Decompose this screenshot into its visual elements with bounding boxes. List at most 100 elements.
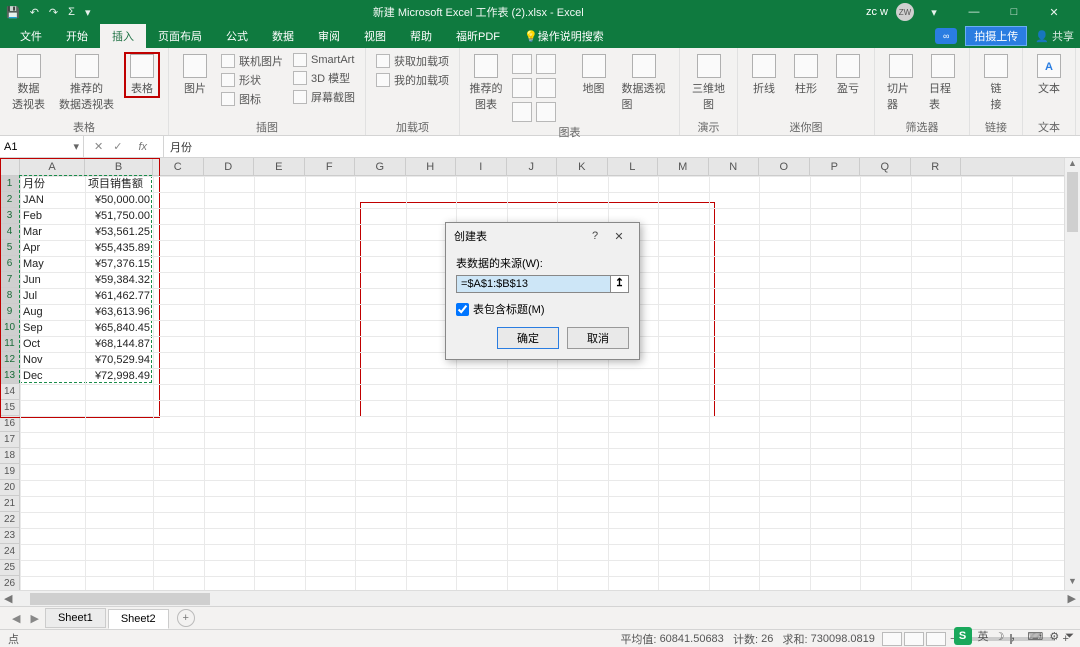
cancel-button[interactable]: 取消 <box>567 327 629 349</box>
tab-insert[interactable]: 插入 <box>100 24 146 48</box>
row-header[interactable]: 16 <box>0 416 19 432</box>
tab-home[interactable]: 开始 <box>54 24 100 48</box>
tell-me[interactable]: 💡 操作说明搜索 <box>512 24 616 48</box>
vertical-scrollbar[interactable]: ▲ ▼ <box>1064 158 1080 590</box>
sparkline-winloss-button[interactable]: 盈亏 <box>830 52 866 98</box>
row-header[interactable]: 10 <box>0 320 19 336</box>
shapes-button[interactable]: 形状 <box>219 71 285 89</box>
cell[interactable]: 项目销售额 <box>85 176 153 192</box>
sheet-tab[interactable]: Sheet1 <box>45 608 106 628</box>
col-header[interactable]: N <box>709 158 760 175</box>
cell[interactable]: ¥72,998.49 <box>85 368 153 384</box>
col-header[interactable]: B <box>85 158 153 175</box>
headers-checkbox[interactable]: 表包含标题(M) <box>456 301 629 317</box>
tab-foxitpdf[interactable]: 福昕PDF <box>444 24 512 48</box>
row-header[interactable]: 15 <box>0 400 19 416</box>
col-header[interactable]: J <box>507 158 558 175</box>
screenshot-button[interactable]: 屏幕截图 <box>291 88 357 106</box>
row-header[interactable]: 14 <box>0 384 19 400</box>
cell[interactable]: Sep <box>20 320 85 336</box>
ime-settings-icon[interactable]: ⚙ <box>1049 630 1059 643</box>
cell[interactable]: ¥57,376.15 <box>85 256 153 272</box>
pictures-button[interactable]: 图片 <box>177 52 213 98</box>
sheet-nav-prev-icon[interactable]: ◀ <box>8 612 24 625</box>
row-header[interactable]: 20 <box>0 480 19 496</box>
formula-input[interactable]: 月份 <box>164 136 1080 157</box>
cell[interactable]: Feb <box>20 208 85 224</box>
avatar[interactable]: ZW <box>896 3 914 21</box>
dialog-help-icon[interactable]: ? <box>583 230 607 242</box>
col-header[interactable]: G <box>355 158 406 175</box>
row-header[interactable]: 1 <box>0 176 19 192</box>
name-box[interactable]: ▾ <box>0 136 84 157</box>
row-header[interactable]: 22 <box>0 512 19 528</box>
cell[interactable]: ¥53,561.25 <box>85 224 153 240</box>
col-header[interactable]: H <box>406 158 457 175</box>
col-header[interactable]: D <box>204 158 255 175</box>
ime-dropdown-icon[interactable]: ⏷ <box>1065 630 1074 643</box>
pagelayout-view-icon[interactable] <box>904 632 924 646</box>
undo-icon[interactable]: ↶ <box>30 6 39 19</box>
scroll-up-icon[interactable]: ▲ <box>1065 158 1080 172</box>
row-header[interactable]: 17 <box>0 432 19 448</box>
ime-moon-icon[interactable]: ☽ <box>995 630 1005 643</box>
3dmodel-button[interactable]: 3D 模型 <box>291 69 357 87</box>
area-chart-icon[interactable] <box>512 102 532 122</box>
cell[interactable]: May <box>20 256 85 272</box>
cell[interactable]: Apr <box>20 240 85 256</box>
sogou-icon[interactable]: S <box>954 627 972 645</box>
row-header[interactable]: 21 <box>0 496 19 512</box>
cell[interactable]: Jun <box>20 272 85 288</box>
close-icon[interactable]: ✕ <box>1034 6 1074 19</box>
cancel-formula-icon[interactable]: ✕ <box>94 140 103 153</box>
row-header[interactable]: 8 <box>0 288 19 304</box>
range-picker-icon[interactable]: ↥ <box>610 276 628 292</box>
account-area[interactable]: zc w ZW <box>866 3 914 21</box>
tab-formulas[interactable]: 公式 <box>214 24 260 48</box>
col-header[interactable]: M <box>658 158 709 175</box>
cell[interactable]: ¥68,144.87 <box>85 336 153 352</box>
timeline-button[interactable]: 日程表 <box>925 52 961 114</box>
scroll-thumb[interactable] <box>1067 172 1078 232</box>
cell[interactable]: ¥51,750.00 <box>85 208 153 224</box>
row-header[interactable]: 7 <box>0 272 19 288</box>
col-header[interactable]: P <box>810 158 861 175</box>
sheet-nav-next-icon[interactable]: ▶ <box>26 612 42 625</box>
tab-help[interactable]: 帮助 <box>398 24 444 48</box>
enter-formula-icon[interactable]: ✓ <box>113 140 122 153</box>
scroll-thumb[interactable] <box>30 593 210 605</box>
row-header[interactable]: 2 <box>0 192 19 208</box>
name-box-input[interactable] <box>4 141 73 153</box>
save-icon[interactable]: 💾 <box>6 6 20 19</box>
cell[interactable]: Jul <box>20 288 85 304</box>
cell[interactable]: ¥59,384.32 <box>85 272 153 288</box>
fx-icon[interactable]: fx <box>132 141 153 153</box>
row-header[interactable]: 13 <box>0 368 19 384</box>
cell[interactable]: Aug <box>20 304 85 320</box>
sparkline-column-button[interactable]: 柱形 <box>788 52 824 98</box>
pie-chart-icon[interactable] <box>512 78 532 98</box>
horizontal-scrollbar[interactable]: ◀ ▶ <box>0 590 1080 606</box>
col-header[interactable]: E <box>254 158 305 175</box>
col-header[interactable]: Q <box>860 158 911 175</box>
cell[interactable]: ¥70,529.94 <box>85 352 153 368</box>
row-header[interactable]: 18 <box>0 448 19 464</box>
col-header[interactable]: O <box>759 158 810 175</box>
row-header[interactable]: 5 <box>0 240 19 256</box>
maps-button[interactable]: 地图 <box>576 52 612 98</box>
upload-button[interactable]: 拍摄上传 <box>965 26 1027 46</box>
cell[interactable]: Dec <box>20 368 85 384</box>
cell[interactable]: 月份 <box>20 176 85 192</box>
row-header[interactable]: 24 <box>0 544 19 560</box>
col-header[interactable]: L <box>608 158 659 175</box>
cell[interactable]: Mar <box>20 224 85 240</box>
hyperlink-button[interactable]: 链 接 <box>978 52 1014 114</box>
column-chart-icon[interactable] <box>512 54 532 74</box>
source-range-input[interactable] <box>457 276 610 292</box>
row-header[interactable]: 12 <box>0 352 19 368</box>
normal-view-icon[interactable] <box>882 632 902 646</box>
3dmap-button[interactable]: 三维地 图 <box>688 52 729 114</box>
scatter-chart-icon[interactable] <box>536 102 556 122</box>
line-chart-icon[interactable] <box>536 54 556 74</box>
row-header[interactable]: 4 <box>0 224 19 240</box>
